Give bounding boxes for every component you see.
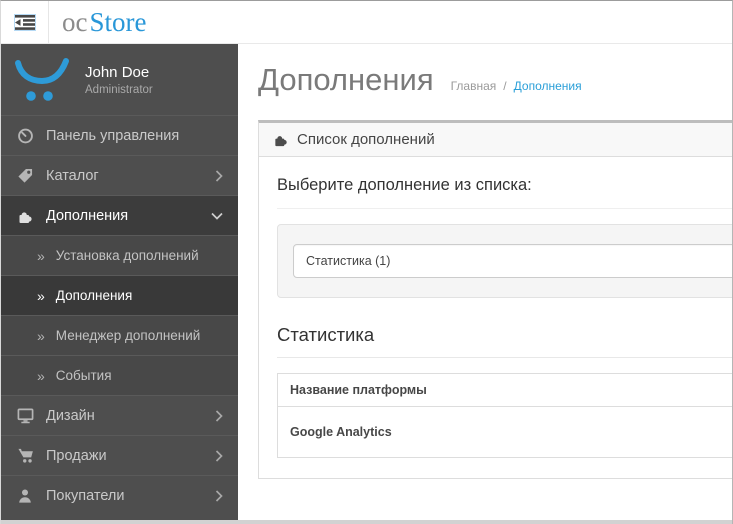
sidebar-item-extension-installer[interactable]: » Установка дополнений: [1, 235, 238, 275]
sidebar-menu: Панель управления Каталог Дополнения » У…: [1, 115, 238, 515]
sidebar-item-extensions[interactable]: Дополнения: [1, 195, 238, 235]
extension-list-panel: Список дополнений Выберите дополнение из…: [258, 119, 732, 479]
page-title: Дополнения: [258, 62, 434, 97]
sidebar-item-customers[interactable]: Покупатели: [1, 475, 238, 515]
sidebar-item-design[interactable]: Дизайн: [1, 395, 238, 435]
monitor-icon: [16, 407, 34, 424]
table-row: Google Analytics: [277, 405, 732, 458]
sidebar-item-label: Установка дополнений: [55, 248, 199, 263]
sidebar-item-label: Дополнения: [55, 288, 133, 303]
logo-text-store: Store: [89, 6, 147, 37]
page-header: Дополнения Главная / Дополнения: [258, 62, 732, 98]
double-angle-icon: »: [37, 287, 45, 304]
sidebar-item-label: События: [55, 368, 112, 383]
user-role: Administrator: [85, 83, 153, 96]
double-angle-icon: »: [37, 247, 45, 264]
ocstore-admin-window: oc Store John Doe Administrator Панель у…: [0, 0, 733, 524]
selected-extension-type: Статистика (1): [306, 253, 391, 268]
sidebar-item-extensions-list[interactable]: » Дополнения: [1, 275, 238, 315]
column-header-platform-name: Название платформы: [277, 372, 732, 407]
tag-icon: [16, 168, 34, 184]
table-header-row: Название платформы: [277, 372, 732, 407]
sidebar-item-label: Панель управления: [46, 127, 180, 144]
sidebar-item-sales[interactable]: Продажи: [1, 435, 238, 475]
user-panel: John Doe Administrator: [1, 44, 238, 115]
ocstore-logo[interactable]: oc Store: [62, 6, 147, 37]
chevron-right-icon: [215, 449, 223, 462]
sidebar-item-label: Дополнения: [46, 207, 129, 224]
sidebar-item-label: Покупатели: [46, 487, 125, 504]
breadcrumb: Главная / Дополнения: [451, 79, 582, 93]
double-angle-icon: »: [37, 327, 45, 344]
chevron-right-icon: [215, 409, 223, 422]
outdent-icon: [14, 14, 35, 30]
sidebar-item-label: Менеджер дополнений: [55, 328, 201, 343]
sidebar-item-modifications[interactable]: » Менеджер дополнений: [1, 315, 238, 355]
panel-heading-label: Список дополнений: [297, 130, 435, 148]
sidebar-nav: John Doe Administrator Панель управления…: [1, 44, 238, 524]
puzzle-icon: [16, 208, 34, 224]
sidebar-item-events[interactable]: » События: [1, 355, 238, 395]
double-angle-icon: »: [37, 367, 45, 384]
extensions-table: Название платформы Google Analytics: [277, 372, 732, 458]
extension-name-cell: Google Analytics: [277, 405, 732, 458]
chevron-right-icon: [215, 169, 223, 182]
puzzle-icon: [273, 132, 288, 147]
breadcrumb-home-link[interactable]: Главная: [451, 79, 497, 93]
chevron-down-icon: [211, 212, 223, 220]
chevron-right-icon: [215, 489, 223, 502]
cart-logo-icon: [14, 57, 72, 103]
sidebar-item-label: Каталог: [46, 167, 99, 184]
sidebar-item-label: Продажи: [46, 447, 107, 464]
breadcrumb-separator: /: [503, 79, 507, 93]
sidebar-item-dashboard[interactable]: Панель управления: [1, 115, 238, 155]
dashboard-icon: [16, 127, 34, 144]
breadcrumb-current-link[interactable]: Дополнения: [514, 79, 582, 93]
bottom-border: [1, 520, 732, 524]
logo-text-oc: oc: [62, 6, 88, 37]
cart-icon: [16, 447, 34, 464]
sidebar-item-label: Дизайн: [46, 407, 95, 424]
menu-toggle-button[interactable]: [1, 1, 49, 43]
user-icon: [16, 487, 34, 504]
main-content: Дополнения Главная / Дополнения Список д…: [238, 44, 732, 524]
extension-type-well: Статистика (1): [277, 223, 732, 298]
panel-body: Выберите дополнение из списка: Статистик…: [259, 157, 732, 478]
top-header: oc Store: [1, 1, 732, 44]
choose-extension-label: Выберите дополнение из списка:: [277, 176, 732, 209]
section-title: Статистика: [277, 324, 732, 358]
panel-heading: Список дополнений: [259, 122, 732, 157]
sidebar-item-catalog[interactable]: Каталог: [1, 155, 238, 195]
user-name: John Doe: [85, 63, 150, 81]
extension-type-select[interactable]: Статистика (1): [293, 243, 732, 278]
